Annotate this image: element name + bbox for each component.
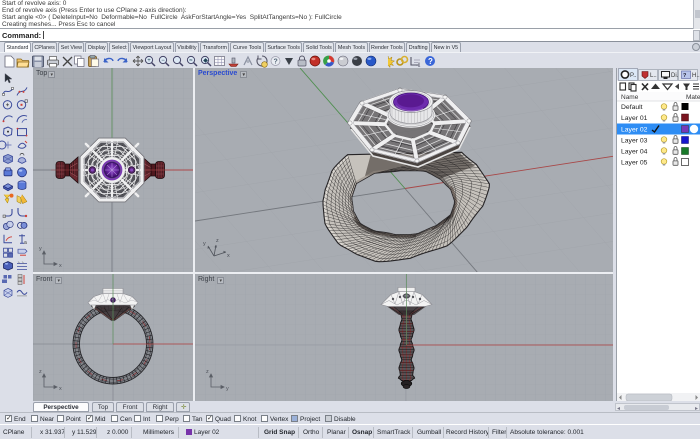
svg-text:−: − [161,58,165,64]
svg-text:y: y [226,386,229,392]
svg-text:y: y [39,246,42,252]
svg-text:Layer 05: Layer 05 [621,160,648,167]
svg-text:L..: L.. [650,73,657,79]
svg-text:x: x [59,263,62,269]
svg-text:+: + [147,58,151,64]
svg-text:Layer 03: Layer 03 [621,138,648,145]
svg-text:?: ? [428,57,433,66]
svg-text:x: x [227,253,230,259]
svg-text:Layer 02: Layer 02 [621,127,648,134]
svg-text:Name: Name [621,94,639,101]
svg-text:Mate: Mate [686,94,700,101]
svg-text:◆: ◆ [203,58,208,64]
svg-text:P..: P.. [630,73,637,79]
svg-text:z: z [216,238,219,244]
svg-text:Default: Default [621,104,643,111]
svg-text:?: ? [274,59,278,66]
svg-text:z: z [206,369,209,375]
svg-text:Layer 01: Layer 01 [621,115,648,122]
svg-text:Layer 04: Layer 04 [621,149,648,156]
svg-text:H..: H.. [692,73,700,79]
svg-text:x: x [59,386,62,392]
svg-text:y: y [203,241,206,247]
svg-text:a: a [24,240,27,246]
svg-text:z: z [39,369,42,375]
